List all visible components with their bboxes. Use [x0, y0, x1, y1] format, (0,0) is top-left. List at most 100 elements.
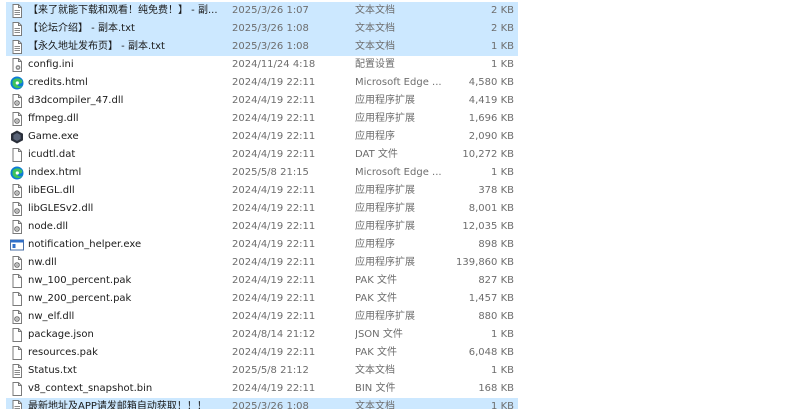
file-icon-cell [10, 218, 24, 236]
file-modified-date: 2024/4/19 22:11 [232, 203, 316, 214]
edge-icon [10, 166, 24, 180]
file-row[interactable]: libEGL.dll 2024/4/19 22:11 应用程序扩展 378 KB [6, 182, 518, 200]
file-row[interactable]: icudtl.dat 2024/4/19 22:11 DAT 文件 10,272 KB [6, 146, 518, 164]
file-size: 4,419 KB [468, 95, 514, 106]
file-icon-cell [10, 110, 24, 128]
file-row[interactable]: nw_100_percent.pak 2024/4/19 22:11 PAK 文件 8… [6, 272, 518, 290]
file-icon-cell [10, 92, 24, 110]
file-size: 12,035 KB [462, 221, 514, 232]
file-size: 378 KB [478, 185, 514, 196]
file-name: 最新地址及APP请发邮箱自动获取！！！ [28, 401, 207, 409]
blank-file-icon [10, 148, 24, 162]
file-row[interactable]: config.ini 2024/11/24 4:18 配置设置 1 KB [6, 56, 518, 74]
file-icon-cell [10, 272, 24, 290]
file-modified-date: 2024/4/19 22:11 [232, 95, 316, 106]
text-file-icon [10, 40, 24, 54]
file-row[interactable]: nw.dll 2024/4/19 22:11 应用程序扩展 139,860 KB [6, 254, 518, 272]
file-row[interactable]: package.json 2024/8/14 21:12 JSON 文件 1 KB [6, 326, 518, 344]
text-file-icon [10, 22, 24, 36]
file-modified-date: 2024/4/19 22:11 [232, 275, 316, 286]
blank-file-icon [10, 328, 24, 342]
file-name: package.json [28, 329, 94, 340]
file-row[interactable]: 最新地址及APP请发邮箱自动获取！！！ 2025/3/26 1:08 文本文档 1 K… [6, 398, 518, 409]
file-row[interactable]: 【永久地址发布页】 - 副本.txt 2025/3/26 1:08 文本文档 1 KB [6, 38, 518, 56]
file-size: 1,457 KB [468, 293, 514, 304]
file-row[interactable]: v8_context_snapshot.bin 2024/4/19 22:11 BI… [6, 380, 518, 398]
blank-file-icon [10, 274, 24, 288]
file-name: v8_context_snapshot.bin [28, 383, 153, 394]
file-icon-cell [10, 380, 24, 398]
file-name: libEGL.dll [28, 185, 75, 196]
file-modified-date: 2024/4/19 22:11 [232, 221, 316, 232]
dll-file-icon [10, 202, 24, 216]
file-name: icudtl.dat [28, 149, 76, 160]
file-size: 1 KB [491, 365, 514, 376]
dll-file-icon [10, 310, 24, 324]
file-row[interactable]: nw_elf.dll 2024/4/19 22:11 应用程序扩展 880 KB [6, 308, 518, 326]
file-name: nw.dll [28, 257, 57, 268]
file-row[interactable]: index.html 2025/5/8 21:15 Microsoft Edge .… [6, 164, 518, 182]
file-size: 2 KB [491, 5, 514, 16]
file-name: d3dcompiler_47.dll [28, 95, 124, 106]
dll-file-icon [10, 94, 24, 108]
file-row[interactable]: credits.html 2024/4/19 22:11 Microsoft Edg… [6, 74, 518, 92]
file-icon-cell [10, 2, 24, 20]
file-row[interactable]: node.dll 2024/4/19 22:11 应用程序扩展 12,035 KB [6, 218, 518, 236]
file-modified-date: 2024/4/19 22:11 [232, 347, 316, 358]
exe-window-icon [10, 238, 24, 252]
file-modified-date: 2024/4/19 22:11 [232, 113, 316, 124]
file-modified-date: 2025/3/26 1:08 [232, 23, 309, 34]
file-name: credits.html [28, 77, 88, 88]
file-size: 10,272 KB [462, 149, 514, 160]
file-modified-date: 2024/4/19 22:11 [232, 185, 316, 196]
file-row[interactable]: Status.txt 2025/5/8 21:12 文本文档 1 KB [6, 362, 518, 380]
file-icon-cell [10, 56, 24, 74]
file-name: libGLESv2.dll [28, 203, 94, 214]
file-name: nw_elf.dll [28, 311, 75, 322]
file-size: 1 KB [491, 329, 514, 340]
file-size: 827 KB [478, 275, 514, 286]
file-size: 1,696 KB [468, 113, 514, 124]
file-modified-date: 2024/4/19 22:11 [232, 293, 316, 304]
file-size: 1 KB [491, 401, 514, 409]
file-icon-cell [10, 182, 24, 200]
file-row[interactable]: 【论坛介绍】 - 副本.txt 2025/3/26 1:08 文本文档 2 KB [6, 20, 518, 38]
file-name: 【永久地址发布页】 - 副本.txt [28, 41, 165, 52]
file-name: resources.pak [28, 347, 98, 358]
file-list: 【来了就能下载和观看！纯免费！】 - 副... 2025/3/26 1:07 文本文… [0, 0, 800, 409]
file-row[interactable]: libGLESv2.dll 2024/4/19 22:11 应用程序扩展 8,001 … [6, 200, 518, 218]
file-size: 1 KB [491, 167, 514, 178]
game-app-icon [10, 130, 24, 144]
file-name: config.ini [28, 59, 74, 70]
file-icon-cell [10, 146, 24, 164]
blank-file-icon [10, 346, 24, 360]
file-icon-cell [10, 398, 24, 409]
file-size: 139,860 KB [456, 257, 514, 268]
blank-file-icon [10, 382, 24, 396]
file-size: 1 KB [491, 59, 514, 70]
file-icon-cell [10, 128, 24, 146]
file-size: 2 KB [491, 23, 514, 34]
file-modified-date: 2024/4/19 22:11 [232, 239, 316, 250]
file-row[interactable]: nw_200_percent.pak 2024/4/19 22:11 PAK 文件 1… [6, 290, 518, 308]
file-icon-cell [10, 38, 24, 56]
file-row[interactable]: d3dcompiler_47.dll 2024/4/19 22:11 应用程序扩展 4… [6, 92, 518, 110]
file-modified-date: 2025/5/8 21:12 [232, 365, 309, 376]
file-size: 880 KB [478, 311, 514, 322]
file-size: 168 KB [478, 383, 514, 394]
file-modified-date: 2024/4/19 22:11 [232, 131, 316, 142]
file-row[interactable]: Game.exe 2024/4/19 22:11 应用程序 2,090 KB [6, 128, 518, 146]
file-modified-date: 2024/4/19 22:11 [232, 257, 316, 268]
file-row[interactable]: notification_helper.exe 2024/4/19 22:11 应用… [6, 236, 518, 254]
file-row[interactable]: 【来了就能下载和观看！纯免费！】 - 副... 2025/3/26 1:07 文本文… [6, 2, 518, 20]
dll-file-icon [10, 184, 24, 198]
file-icon-cell [10, 164, 24, 182]
dll-file-icon [10, 256, 24, 270]
text-file-icon [10, 364, 24, 378]
settings-file-icon [10, 58, 24, 72]
file-name: Status.txt [28, 365, 77, 376]
file-name: node.dll [28, 221, 69, 232]
file-row[interactable]: resources.pak 2024/4/19 22:11 PAK 文件 6,048 … [6, 344, 518, 362]
file-row[interactable]: ffmpeg.dll 2024/4/19 22:11 应用程序扩展 1,696 KB [6, 110, 518, 128]
file-icon-cell [10, 236, 24, 254]
